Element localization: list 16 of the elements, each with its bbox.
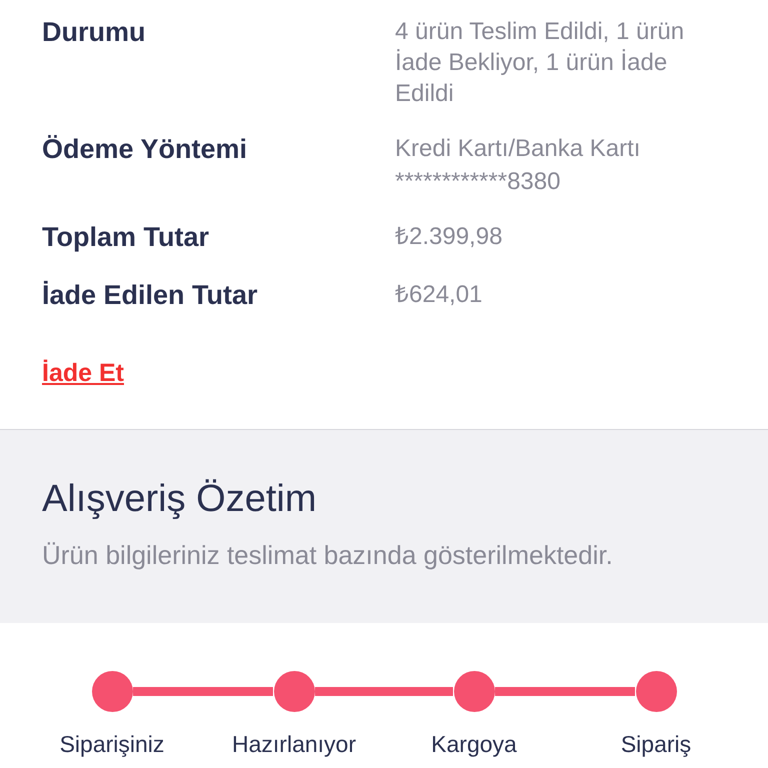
step-label: Hazırlanıyor [232, 730, 356, 759]
section-title: Alışveriş Özetim [42, 477, 318, 522]
step-label: Kargoya [431, 730, 517, 759]
step-label: Sipariş [620, 730, 692, 759]
step-label: Siparişiniz [60, 730, 164, 759]
section-subtitle: Ürün bilgileriniz teslimat bazında gösterilmektedir. [42, 539, 614, 572]
detail-value: ₺624,01 [395, 280, 482, 310]
detail-label: Ödeme Yöntemi [42, 133, 248, 166]
return-link[interactable]: İade Et [42, 355, 124, 392]
detail-label: Toplam Tutar [42, 221, 210, 254]
detail-label: Durumu [42, 16, 146, 49]
detail-label: İade Edilen Tutar [42, 279, 259, 312]
card-number: ************8380 [395, 167, 562, 197]
detail-value: Kredi Kartı/Banka Kartı [395, 134, 640, 164]
detail-value: 4 ürün Teslim Edildi, 1 ürün İade Bekliyor, 1 ürün İade Edildi [395, 17, 686, 109]
detail-value: ₺2.399,98 [395, 222, 502, 252]
